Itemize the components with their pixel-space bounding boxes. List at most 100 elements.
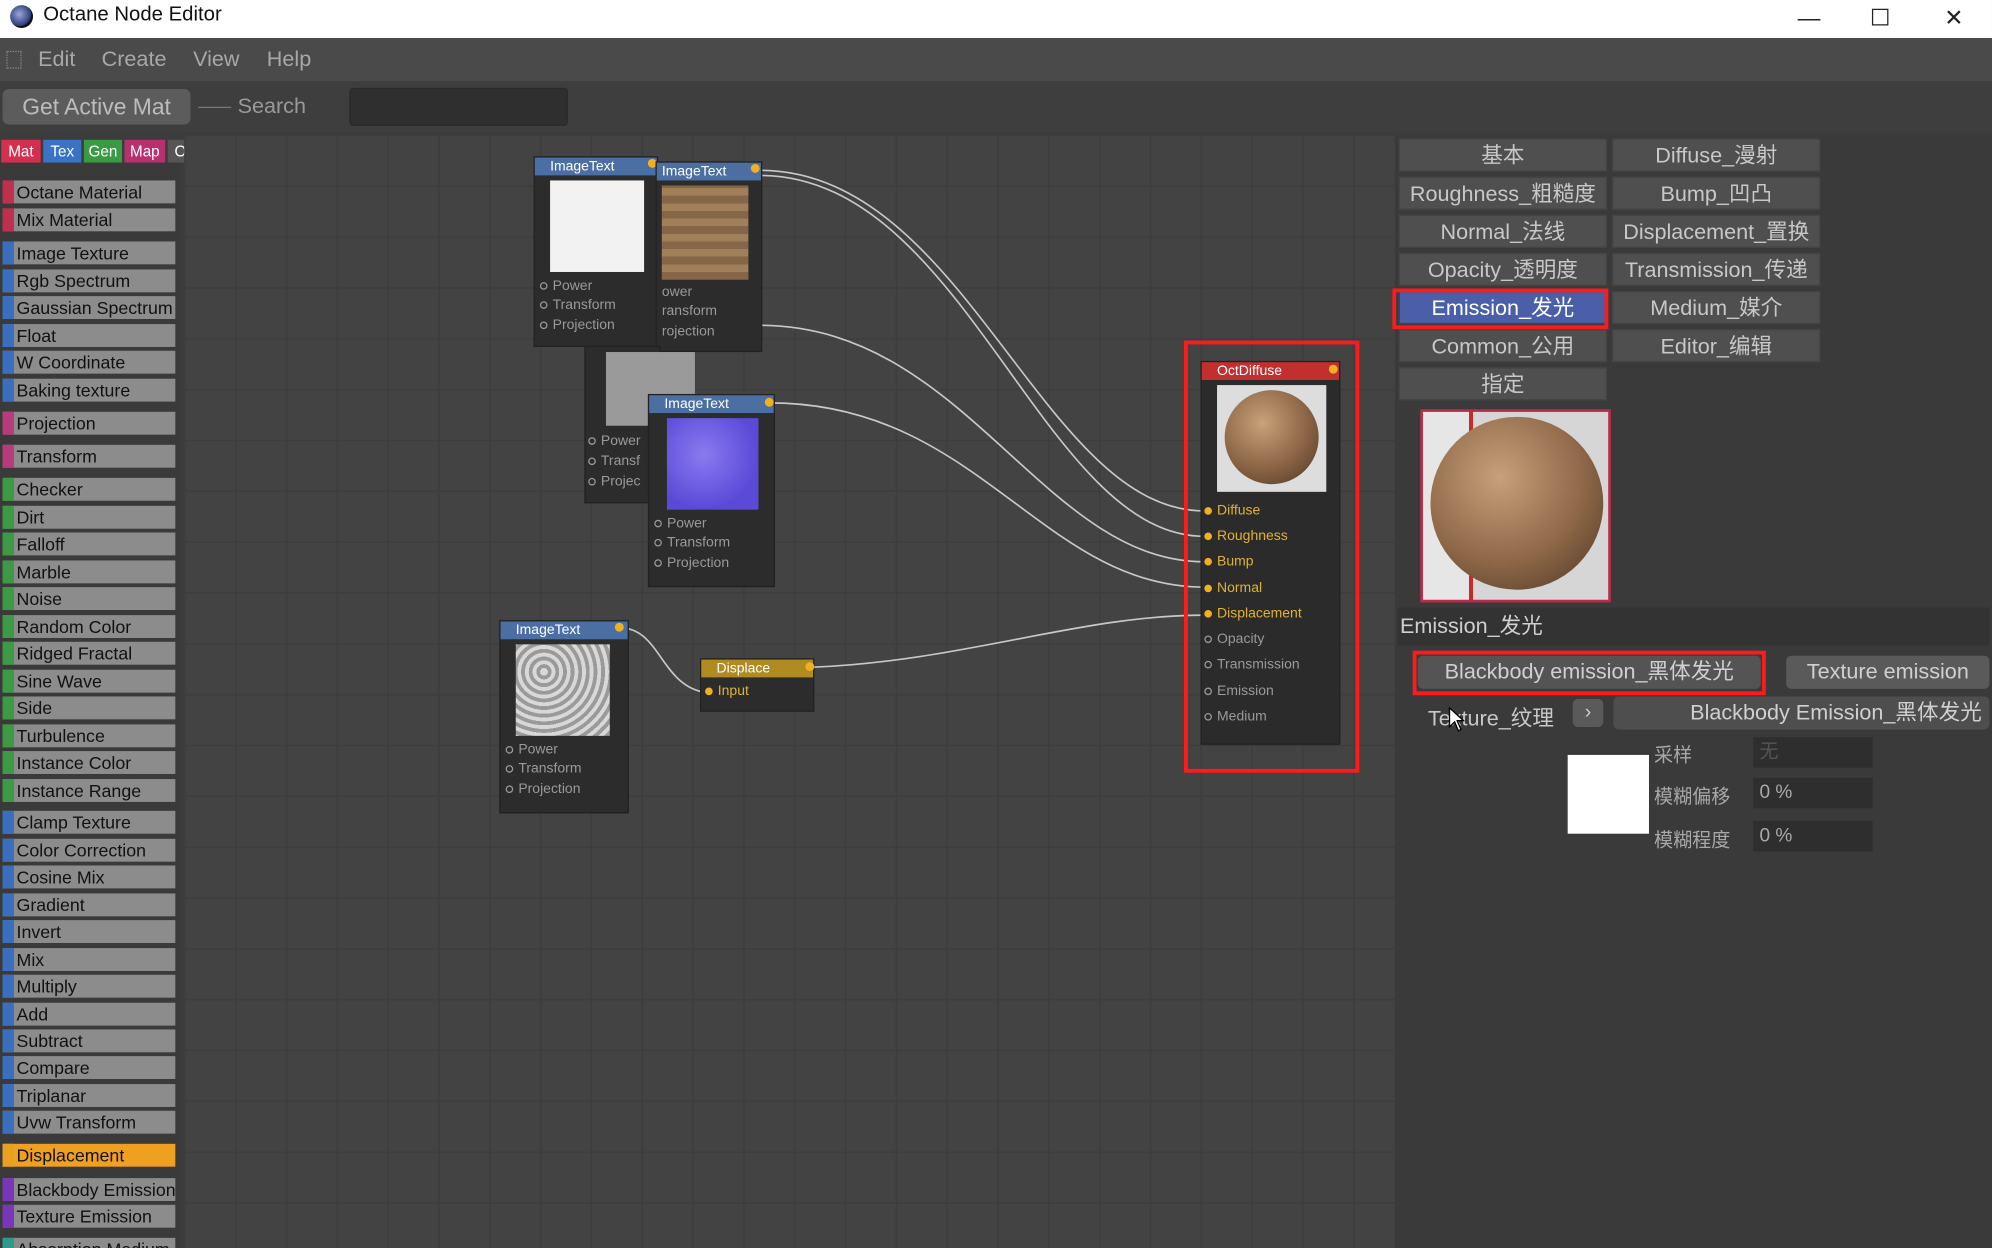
texture-label: Texture_纹理	[1427, 706, 1554, 731]
sidebar-item-falloff[interactable]: Falloff	[2, 532, 176, 556]
sidebar-item-displacement[interactable]: Displacement	[2, 1143, 176, 1167]
node-title: ImageText	[649, 395, 774, 414]
port-projection: Projection	[552, 317, 615, 333]
image-texture-node[interactable]: ImageText Power Transform Projection	[533, 156, 659, 347]
sidebar-item-blackbody-emission[interactable]: Blackbody Emission	[2, 1178, 176, 1202]
sidebar-item-cosine-mix[interactable]: Cosine Mix	[2, 865, 176, 889]
tab-medium[interactable]: Medium_媒介	[1612, 291, 1821, 325]
sidebar-item-mix[interactable]: Mix	[2, 948, 176, 971]
octane-logo-icon	[10, 5, 34, 28]
tab-基本[interactable]: 基本	[1398, 138, 1608, 172]
tab-displacement[interactable]: Displacement_置换	[1612, 214, 1821, 248]
sidebar-item-marble[interactable]: Marble	[2, 560, 176, 584]
texture-preview-height	[515, 644, 610, 736]
sidebar-item-octane-material[interactable]: Octane Material	[2, 180, 176, 204]
output-port[interactable]	[614, 622, 624, 632]
tab-common[interactable]: Common_公用	[1398, 329, 1608, 363]
get-active-mat-button[interactable]: Get Active Mat	[2, 88, 191, 125]
node-title: ImageText	[656, 162, 761, 181]
output-port[interactable]	[750, 163, 760, 173]
sidebar-item-multiply[interactable]: Multiply	[2, 974, 176, 998]
tab-transmission[interactable]: Transmission_传递	[1612, 252, 1821, 286]
close-button[interactable]: ✕	[1918, 0, 1989, 38]
texture-preview-brick	[661, 185, 749, 280]
menu-view[interactable]: View	[193, 47, 239, 72]
sidebar-item-sine-wave[interactable]: Sine Wave	[2, 669, 176, 693]
category-tab-tex[interactable]: Tex	[43, 139, 82, 163]
search-label: Search	[237, 94, 307, 119]
sidebar-item-baking-texture[interactable]: Baking texture	[2, 378, 176, 402]
category-tab-mat[interactable]: Mat	[1, 139, 41, 163]
texture-preview-normal	[666, 418, 759, 510]
sidebar-item-add[interactable]: Add	[2, 1002, 176, 1026]
sidebar-item-triplanar[interactable]: Triplanar	[2, 1084, 176, 1107]
port-transform: Transform	[518, 761, 582, 777]
tab-roughness[interactable]: Roughness_粗糙度	[1398, 176, 1608, 210]
menu-bar: Edit Create View Help	[0, 38, 1992, 82]
texture-emission-button[interactable]: Texture emission	[1786, 655, 1990, 689]
output-port[interactable]	[805, 662, 815, 672]
sidebar-item-invert[interactable]: Invert	[2, 920, 176, 944]
toolbar-divider	[198, 106, 232, 109]
texture-color-swatch[interactable]	[1567, 754, 1649, 834]
sidebar-item-transform[interactable]: Transform	[2, 444, 176, 468]
sidebar-item-rgb-spectrum[interactable]: Rgb Spectrum	[2, 269, 176, 293]
sidebar-item-projection[interactable]: Projection	[2, 411, 176, 435]
highlight-box-node	[1184, 340, 1360, 773]
sidebar-item-compare[interactable]: Compare	[2, 1056, 176, 1079]
material-preview-large	[1420, 409, 1611, 603]
minimize-button[interactable]: —	[1773, 0, 1844, 38]
texture-node-field[interactable]: Blackbody Emission_黑体发光	[1613, 696, 1990, 730]
sidebar-item-checker[interactable]: Checker	[2, 477, 176, 501]
sidebar-item-random-color[interactable]: Random Color	[2, 615, 176, 638]
sidebar-item-w-coordinate[interactable]: W Coordinate	[2, 350, 176, 374]
sidebar-item-instance-color[interactable]: Instance Color	[2, 751, 176, 774]
sidebar-item-float[interactable]: Float	[2, 324, 176, 347]
sidebar-item-noise[interactable]: Noise	[2, 587, 176, 611]
maximize-button[interactable]: ☐	[1845, 0, 1916, 38]
tab-normal[interactable]: Normal_法线	[1398, 214, 1608, 248]
image-texture-node-brick[interactable]: ImageText ower ransform rojection	[655, 161, 763, 353]
blur-amount-input[interactable]: 0 %	[1753, 821, 1873, 852]
menu-help[interactable]: Help	[267, 47, 311, 72]
tab-bump[interactable]: Bump_凹凸	[1612, 176, 1821, 210]
tab-editor[interactable]: Editor_编辑	[1612, 329, 1821, 363]
output-port[interactable]	[764, 397, 774, 407]
port-projection: Projec	[600, 474, 641, 490]
tab-opacity[interactable]: Opacity_透明度	[1398, 252, 1608, 286]
menu-create[interactable]: Create	[102, 47, 167, 72]
sidebar-item-instance-range[interactable]: Instance Range	[2, 779, 176, 802]
tab-diffuse[interactable]: Diffuse_漫射	[1612, 138, 1821, 172]
sidebar-item-color-correction[interactable]: Color Correction	[2, 838, 176, 862]
blur-amount-label: 模糊程度	[1654, 829, 1731, 852]
sidebar-item-clamp-texture[interactable]: Clamp Texture	[2, 810, 176, 834]
search-input[interactable]	[349, 87, 568, 126]
category-tab-map[interactable]: Map	[124, 139, 166, 163]
port-power: Power	[666, 515, 707, 532]
sidebar-item-texture-emission[interactable]: Texture Emission	[2, 1204, 176, 1228]
sidebar-item-turbulence[interactable]: Turbulence	[2, 724, 176, 748]
sidebar-item-mix-material[interactable]: Mix Material	[2, 208, 176, 232]
menu-edit[interactable]: Edit	[38, 47, 75, 72]
sidebar-item-absorption-medium[interactable]: Absorption Medium	[2, 1237, 176, 1248]
blur-offset-input[interactable]: 0 %	[1753, 777, 1873, 809]
title-bar: Octane Node Editor — ☐ ✕	[0, 0, 1992, 39]
node-title: Displace	[701, 659, 814, 678]
tab-指定[interactable]: 指定	[1398, 367, 1608, 401]
sidebar-item-subtract[interactable]: Subtract	[2, 1029, 176, 1053]
sidebar-item-dirt[interactable]: Dirt	[2, 505, 176, 529]
port-power: ower	[661, 284, 693, 300]
sidebar-item-side[interactable]: Side	[2, 696, 176, 720]
image-texture-node-normal[interactable]: ImageText Power Transform Projection	[647, 393, 775, 588]
category-tab-gen[interactable]: Gen	[83, 139, 122, 163]
displacement-node[interactable]: Displace Input	[699, 658, 815, 712]
highlight-box-emission-tab	[1392, 288, 1609, 330]
texture-link-button[interactable]: ›	[1572, 698, 1604, 727]
sidebar-item-ridged-fractal[interactable]: Ridged Fractal	[2, 641, 176, 665]
sidebar-item-image-texture[interactable]: Image Texture	[2, 241, 176, 265]
sample-select[interactable]: 无	[1753, 737, 1873, 768]
sidebar-item-gradient[interactable]: Gradient	[2, 893, 176, 917]
sidebar-item-uvw-transform[interactable]: Uvw Transform	[2, 1110, 176, 1134]
image-texture-node-height[interactable]: ImageText Power Transform Projection	[499, 620, 629, 814]
sidebar-item-gaussian-spectrum[interactable]: Gaussian Spectrum	[2, 296, 176, 319]
